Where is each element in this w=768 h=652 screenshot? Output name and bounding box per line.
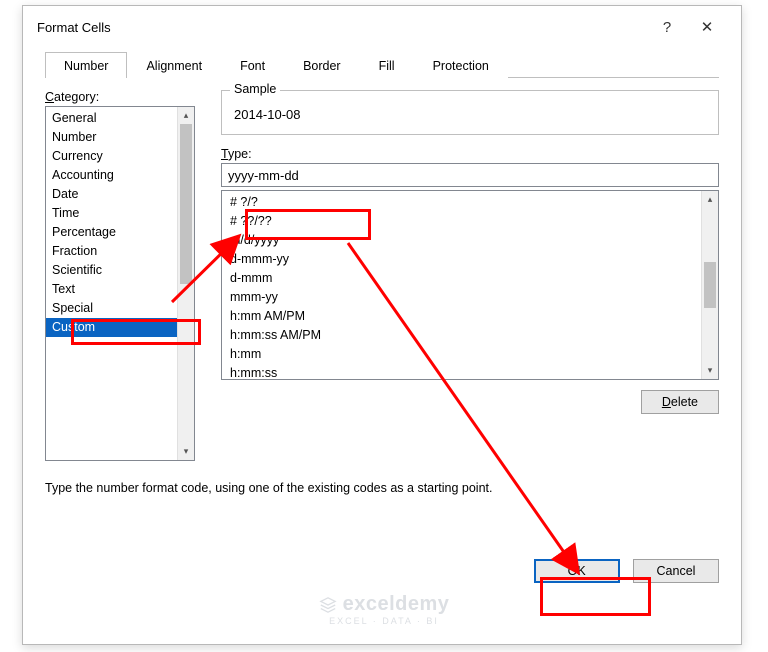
- delete-button[interactable]: Delete: [641, 390, 719, 414]
- category-item[interactable]: Number: [46, 128, 194, 147]
- category-list[interactable]: General Number Currency Accounting Date …: [45, 106, 195, 461]
- watermark: exceldemy EXCEL · DATA · BI: [0, 593, 768, 626]
- type-option[interactable]: h:mm:ss: [222, 364, 718, 380]
- scrollbar[interactable]: ▴ ▾: [177, 107, 194, 460]
- tab-border[interactable]: Border: [284, 52, 360, 78]
- format-cells-dialog: Format Cells ? ✕ Number Alignment Font B…: [22, 5, 742, 645]
- category-label: Category:: [45, 90, 195, 104]
- scroll-down-icon[interactable]: ▾: [178, 443, 194, 460]
- scroll-up-icon[interactable]: ▴: [702, 191, 718, 208]
- type-option[interactable]: h:mm:ss AM/PM: [222, 326, 718, 345]
- category-item[interactable]: Time: [46, 204, 194, 223]
- category-item[interactable]: Fraction: [46, 242, 194, 261]
- close-button[interactable]: ✕: [687, 18, 727, 36]
- hint-text: Type the number format code, using one o…: [45, 481, 719, 495]
- type-option[interactable]: d-mmm-yy: [222, 250, 718, 269]
- help-button[interactable]: ?: [647, 19, 687, 36]
- dialog-buttons: OK Cancel: [45, 559, 719, 583]
- sample-group: Sample 2014-10-08: [221, 90, 719, 135]
- tab-font[interactable]: Font: [221, 52, 284, 78]
- dialog-title: Format Cells: [37, 20, 647, 35]
- category-item[interactable]: Special: [46, 299, 194, 318]
- type-option[interactable]: # ?/?: [222, 193, 718, 212]
- category-item[interactable]: Scientific: [46, 261, 194, 280]
- tab-alignment[interactable]: Alignment: [127, 52, 221, 78]
- type-option[interactable]: h:mm: [222, 345, 718, 364]
- type-option[interactable]: mmm-yy: [222, 288, 718, 307]
- cancel-button[interactable]: Cancel: [633, 559, 719, 583]
- category-item[interactable]: General: [46, 109, 194, 128]
- category-item[interactable]: Currency: [46, 147, 194, 166]
- type-option[interactable]: d-mmm: [222, 269, 718, 288]
- ok-button[interactable]: OK: [534, 559, 620, 583]
- tab-fill[interactable]: Fill: [360, 52, 414, 78]
- scrollbar[interactable]: ▴ ▾: [701, 191, 718, 379]
- type-format-list[interactable]: # ?/? # ??/?? m/d/yyyy d-mmm-yy d-mmm mm…: [221, 190, 719, 380]
- type-option[interactable]: m/d/yyyy: [222, 231, 718, 250]
- watermark-logo-icon: [319, 596, 337, 614]
- scroll-down-icon[interactable]: ▾: [702, 362, 718, 379]
- category-item[interactable]: Text: [46, 280, 194, 299]
- type-input[interactable]: [221, 163, 719, 187]
- sample-legend: Sample: [230, 82, 280, 96]
- category-item[interactable]: Date: [46, 185, 194, 204]
- tab-number[interactable]: Number: [45, 52, 127, 78]
- tab-protection[interactable]: Protection: [414, 52, 508, 78]
- type-label: Type:: [221, 147, 719, 161]
- category-item[interactable]: Percentage: [46, 223, 194, 242]
- scroll-up-icon[interactable]: ▴: [178, 107, 194, 124]
- tabs: Number Alignment Font Border Fill Protec…: [45, 48, 719, 78]
- type-option[interactable]: # ??/??: [222, 212, 718, 231]
- titlebar: Format Cells ? ✕: [23, 6, 741, 48]
- type-option[interactable]: h:mm AM/PM: [222, 307, 718, 326]
- category-item-custom[interactable]: Custom: [46, 318, 194, 337]
- category-item[interactable]: Accounting: [46, 166, 194, 185]
- sample-value: 2014-10-08: [234, 101, 706, 122]
